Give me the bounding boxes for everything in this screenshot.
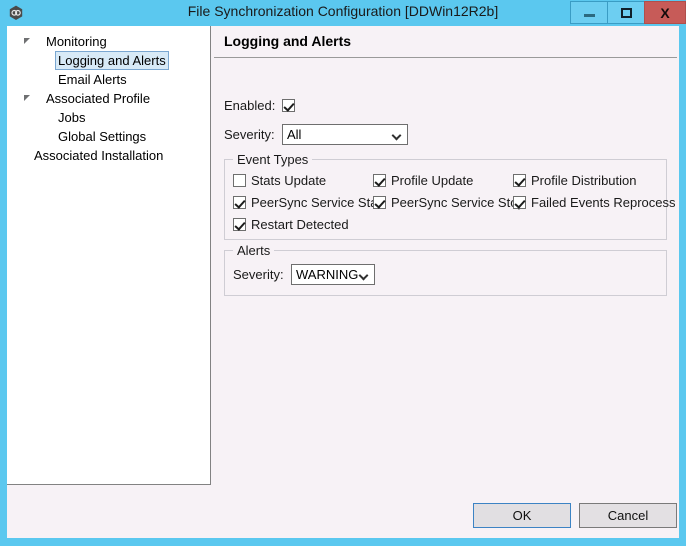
tree-item-associated-profile[interactable]: Associated Profile [7,89,210,108]
profile-distribution-checkbox[interactable] [513,174,526,187]
cancel-button[interactable]: Cancel [579,503,677,528]
enabled-checkbox[interactable] [282,99,295,112]
title-divider [214,57,677,58]
window-controls: X [570,1,686,25]
checkbox-label: Profile Distribution [531,173,637,188]
enabled-row: Enabled: [224,98,295,113]
tree-item-label: Associated Installation [34,148,164,163]
minimize-button[interactable] [570,1,607,24]
tree-item-label: Monitoring [46,34,107,49]
tree-item-label: Associated Profile [46,91,151,106]
checkbox-restart-detected[interactable]: Restart Detected [233,217,349,232]
navigation-tree-panel: Monitoring Logging and Alerts Email Aler… [7,26,211,485]
tree-item-email-alerts[interactable]: Email Alerts [7,70,210,89]
maximize-button[interactable] [607,1,644,24]
application-window: File Synchronization Configuration [DDWi… [0,0,686,546]
chevron-down-icon [393,132,400,139]
navigation-tree: Monitoring Logging and Alerts Email Aler… [7,26,210,165]
alerts-severity-row: Severity: WARNING [233,264,375,285]
alerts-groupbox: Alerts Severity: WARNING [224,243,667,296]
tree-item-jobs[interactable]: Jobs [7,108,210,127]
enabled-label: Enabled: [224,98,276,113]
tree-item-label: Global Settings [58,129,147,144]
checkbox-peersync-service-start[interactable]: PeerSync Service Start [233,195,385,210]
tree-item-label: Email Alerts [58,72,127,87]
content-pane: Logging and Alerts Enabled: Severity: Al… [212,26,679,485]
severity-select[interactable]: All [282,124,408,145]
checkbox-label: PeerSync Service Stop [391,195,525,210]
peersync-service-start-checkbox[interactable] [233,196,246,209]
alerts-title: Alerts [233,243,275,258]
failed-events-reprocess-checkbox[interactable] [513,196,526,209]
page-title: Logging and Alerts [224,33,352,49]
peersync-service-stop-checkbox[interactable] [373,196,386,209]
checkbox-failed-events-reprocess[interactable]: Failed Events Reprocess [513,195,676,210]
severity-row: Severity: All [224,124,408,145]
maximize-icon [620,7,632,18]
dialog-button-bar: OK Cancel [7,486,679,538]
tree-item-label: Logging and Alerts [55,51,169,70]
checkbox-profile-distribution[interactable]: Profile Distribution [513,173,637,188]
tree-item-logging-and-alerts[interactable]: Logging and Alerts [7,51,210,70]
tree-item-global-settings[interactable]: Global Settings [7,127,210,146]
alerts-severity-select[interactable]: WARNING [291,264,375,285]
expander-triangle-icon[interactable] [24,38,30,44]
tree-item-label: Jobs [58,110,86,125]
event-types-title: Event Types [233,152,313,167]
alerts-severity-label: Severity: [233,267,284,282]
client-area: Monitoring Logging and Alerts Email Aler… [7,26,679,538]
title-bar[interactable]: File Synchronization Configuration [DDWi… [0,0,686,26]
alerts-severity-select-value: WARNING [296,267,359,282]
event-types-groupbox: Event Types Stats Update Profile Update … [224,152,676,240]
checkbox-peersync-service-stop[interactable]: PeerSync Service Stop [373,195,525,210]
checkbox-label: Stats Update [251,173,327,188]
tree-item-monitoring[interactable]: Monitoring [7,32,210,51]
checkbox-label: Failed Events Reprocess [531,195,676,210]
chevron-down-icon [360,272,367,279]
checkbox-label: PeerSync Service Start [251,195,386,210]
checkbox-label: Restart Detected [251,217,349,232]
minimize-icon [583,14,595,17]
stats-update-checkbox[interactable] [233,174,246,187]
restart-detected-checkbox[interactable] [233,218,246,231]
checkbox-stats-update[interactable]: Stats Update [233,173,326,188]
profile-update-checkbox[interactable] [373,174,386,187]
severity-label: Severity: [224,127,275,142]
ok-button[interactable]: OK [473,503,571,528]
close-button[interactable]: X [644,1,686,24]
checkbox-profile-update[interactable]: Profile Update [373,173,473,188]
close-icon: X [660,4,670,21]
expander-triangle-icon[interactable] [24,95,30,101]
severity-select-value: All [287,127,302,142]
checkbox-label: Profile Update [391,173,474,188]
tree-item-associated-installation[interactable]: Associated Installation [7,146,210,165]
